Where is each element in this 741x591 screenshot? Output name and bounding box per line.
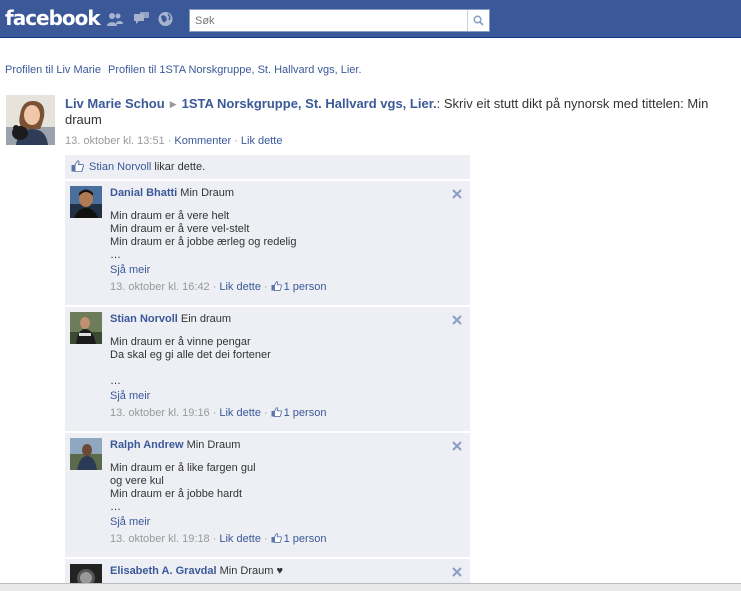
comment-meta: 13. oktober kl. 19:16 · Lik dette · 1 person <box>110 407 327 419</box>
see-more-link[interactable]: Sjå meir <box>110 264 464 276</box>
commenter-name[interactable]: Elisabeth A. Gravdal <box>110 565 217 577</box>
comment-timestamp[interactable]: 13. oktober kl. 19:18 <box>110 533 210 545</box>
comment-body: Min draum er å vere helt Min draum er å … <box>110 210 297 261</box>
commenter-avatar[interactable] <box>70 312 102 344</box>
comment-meta: 13. oktober kl. 19:18 · Lik dette · 1 person <box>110 533 327 545</box>
comment-like-count[interactable]: 1 person <box>284 533 327 545</box>
thumbs-up-icon <box>271 533 282 543</box>
commenter-avatar[interactable] <box>70 438 102 470</box>
commenter-name[interactable]: Danial Bhatti <box>110 187 177 199</box>
comment-like-link[interactable]: Lik dette <box>219 281 261 293</box>
comment-item: Ralph Andrew Min Draum Min draum er å li… <box>65 433 470 557</box>
commenter-name[interactable]: Stian Norvoll <box>110 313 178 325</box>
see-more-link[interactable]: Sjå meir <box>110 516 464 528</box>
search-icon <box>473 15 484 26</box>
comment-like-count[interactable]: 1 person <box>284 407 327 419</box>
commenter-avatar[interactable] <box>70 186 102 218</box>
story-meta: 13. oktober kl. 13:51 · Kommenter · Lik dett… <box>65 135 283 147</box>
feedback-box: Stian Norvoll likar dette. Danial Bhatti… <box>65 155 470 591</box>
thumbs-up-icon <box>271 281 282 291</box>
close-icon <box>452 315 462 325</box>
thumbs-up-icon <box>71 160 84 172</box>
bottom-chat-bar <box>0 583 741 591</box>
search-button[interactable] <box>467 10 489 31</box>
comment-like-link[interactable]: Lik dette <box>219 407 261 419</box>
comment-timestamp[interactable]: 13. oktober kl. 16:42 <box>110 281 210 293</box>
likes-suffix: likar dette. <box>151 161 206 173</box>
remove-comment-button[interactable] <box>452 189 462 199</box>
story-timestamp[interactable]: 13. oktober kl. 13:51 <box>65 135 165 147</box>
comment-link[interactable]: Kommenter <box>174 135 231 147</box>
remove-comment-button[interactable] <box>452 441 462 451</box>
like-link[interactable]: Lik dette <box>241 135 283 147</box>
story-target-link[interactable]: 1STA Norskgruppe, St. Hallvard vgs, Lier… <box>182 96 437 111</box>
breadcrumb: Profilen til Liv Marie Profilen til 1STA … <box>5 64 362 76</box>
likes-row: Stian Norvoll likar dette. <box>65 155 470 179</box>
comment-item: Danial Bhatti Min Draum Min draum er å v… <box>65 181 470 305</box>
avatar[interactable] <box>6 95 55 145</box>
comment-timestamp[interactable]: 13. oktober kl. 19:16 <box>110 407 210 419</box>
messages-icon[interactable] <box>133 11 150 27</box>
liker-link[interactable]: Stian Norvoll <box>89 161 151 173</box>
friend-requests-icon[interactable] <box>106 11 123 27</box>
search-input[interactable] <box>190 10 460 31</box>
breadcrumb-profile-group[interactable]: Profilen til 1STA Norskgruppe, St. Hallv… <box>108 64 362 76</box>
arrow-right-icon: ▶ <box>169 99 177 109</box>
comment-item: Stian Norvoll Ein draum Min draum er å v… <box>65 307 470 431</box>
comment-body: Min draum er å like fargen gul og vere k… <box>110 462 256 513</box>
commenter-name[interactable]: Ralph Andrew <box>110 439 184 451</box>
remove-comment-button[interactable] <box>452 567 462 577</box>
comment-like-link[interactable]: Lik dette <box>219 533 261 545</box>
close-icon <box>452 189 462 199</box>
story-actor-link[interactable]: Liv Marie Schou <box>65 96 165 111</box>
see-more-link[interactable]: Sjå meir <box>110 390 464 402</box>
comment-title: Ein draum <box>180 313 232 325</box>
thumbs-up-icon <box>271 407 282 417</box>
remove-comment-button[interactable] <box>452 315 462 325</box>
comment-like-count[interactable]: 1 person <box>284 281 327 293</box>
search-box[interactable] <box>189 9 490 32</box>
comment-body: Min draum er å vinne pengar Da skal eg g… <box>110 336 271 387</box>
close-icon <box>452 441 462 451</box>
top-bar: facebook <box>0 0 741 38</box>
comment-title: Min Draum ♥ <box>219 565 284 577</box>
comment-title: Min Draum <box>186 439 241 451</box>
close-icon <box>452 567 462 577</box>
facebook-logo[interactable]: facebook <box>5 6 101 30</box>
notifications-icon[interactable] <box>157 11 174 27</box>
comment-title: Min Draum <box>180 187 235 199</box>
story-header: Liv Marie Schou ▶ 1STA Norskgruppe, St. Ha… <box>65 96 725 128</box>
comment-meta: 13. oktober kl. 16:42 · Lik dette · 1 person <box>110 281 327 293</box>
breadcrumb-profile-liv-marie[interactable]: Profilen til Liv Marie <box>5 64 101 76</box>
